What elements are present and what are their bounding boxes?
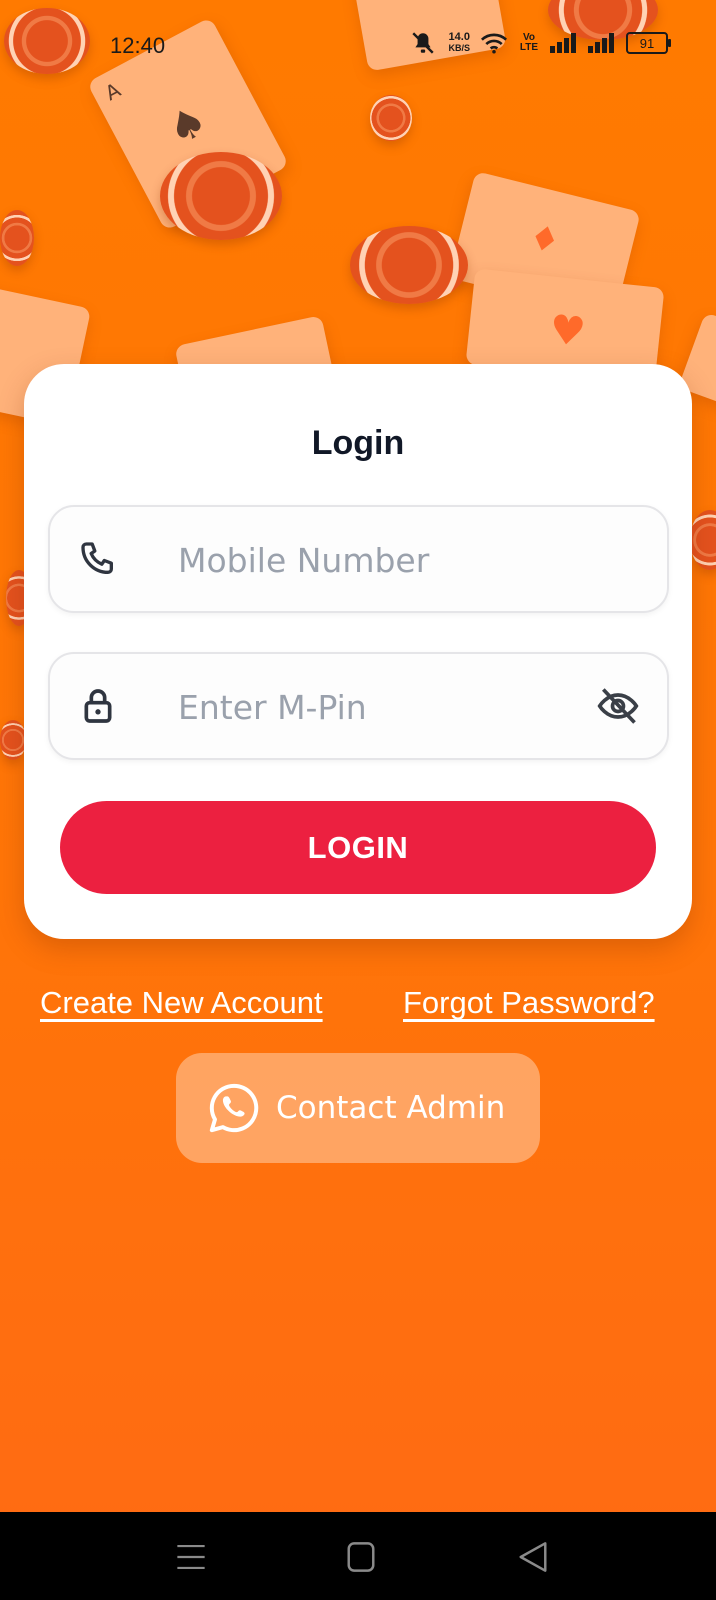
net-speed-value: 14.0: [448, 31, 470, 43]
contact-admin-button[interactable]: Contact Admin: [176, 1053, 540, 1163]
forgot-password-link[interactable]: Forgot Password?: [403, 985, 655, 1021]
status-icons: 14.0 KB/S Vo LTE 91: [408, 30, 671, 56]
signal-icon: [550, 33, 576, 53]
menu-icon[interactable]: [174, 1542, 208, 1572]
contact-admin-label: Contact Admin: [276, 1090, 506, 1126]
signal-icon: [588, 33, 614, 53]
net-speed: 14.0 KB/S: [448, 32, 470, 54]
eye-off-icon[interactable]: [595, 684, 641, 728]
poker-chip-icon: [160, 152, 282, 240]
poker-chip-icon: [0, 720, 26, 760]
poker-chip-icon: [350, 226, 468, 304]
mobile-number-input[interactable]: [176, 531, 580, 589]
wifi-icon: [480, 33, 508, 54]
mobile-number-field[interactable]: [48, 505, 669, 613]
spade-icon: ♠: [159, 94, 216, 156]
login-card: Login LOGIN: [24, 364, 692, 939]
whatsapp-icon: [209, 1083, 259, 1133]
lock-icon: [84, 689, 112, 723]
mute-icon: [412, 32, 435, 54]
battery-icon: 91: [626, 32, 671, 54]
volte-icon: Vo LTE: [519, 32, 539, 53]
back-icon[interactable]: [516, 1542, 550, 1572]
mpin-field[interactable]: [48, 652, 669, 760]
navigation-bar: [0, 1512, 716, 1600]
battery-level: 91: [639, 35, 655, 51]
status-bar: 12:40 14.0 KB/S Vo LTE 91: [0, 0, 716, 95]
heart-icon: ♥: [547, 306, 588, 357]
poker-chip-icon: [690, 510, 716, 570]
diamond-icon: ♦: [524, 216, 565, 263]
poker-chip-icon: [0, 210, 34, 266]
home-icon[interactable]: [344, 1542, 378, 1572]
login-button[interactable]: LOGIN: [60, 801, 656, 894]
status-time: 12:40: [110, 33, 166, 58]
phone-icon: [81, 542, 114, 574]
net-speed-unit: KB/S: [448, 43, 470, 53]
poker-chip-icon: [370, 95, 412, 141]
login-title: Login: [311, 424, 405, 462]
create-account-link[interactable]: Create New Account: [40, 985, 323, 1021]
mpin-input[interactable]: [176, 678, 580, 736]
